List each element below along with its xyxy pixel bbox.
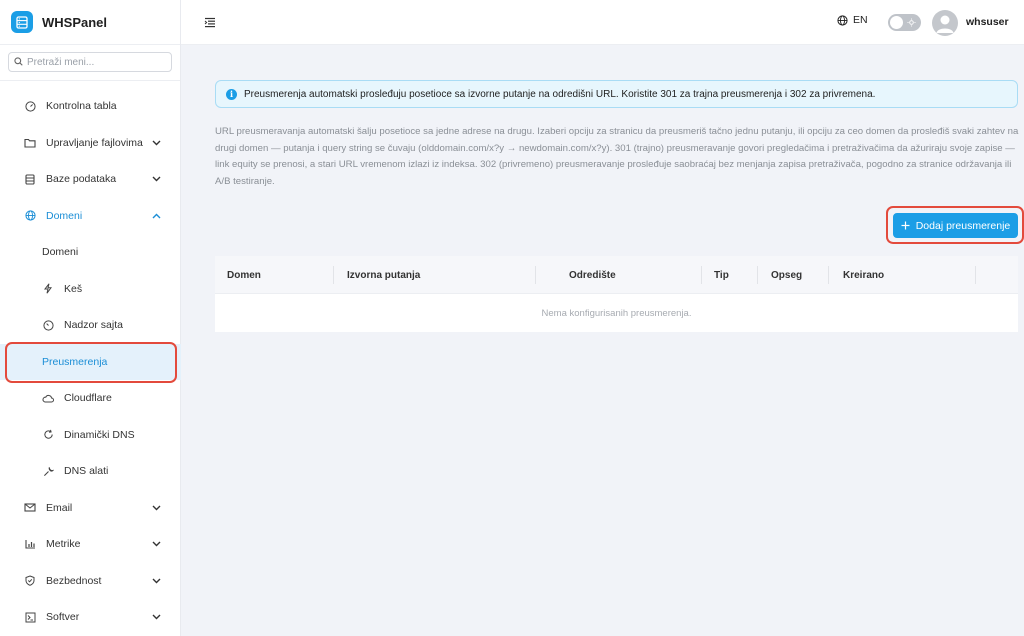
sidebar-subitem-site-monitor[interactable]: Nadzor sajta (0, 307, 181, 344)
mail-icon (24, 502, 36, 514)
chevron-down-icon (151, 539, 161, 549)
chevron-down-icon (151, 576, 161, 586)
avatar[interactable] (932, 10, 958, 36)
sidebar-item-file-manager[interactable]: Upravljanje fajlovima (0, 125, 181, 162)
add-redirect-button[interactable]: Dodaj preusmerenje (893, 213, 1018, 238)
sidebar-item-label: DNS alati (64, 465, 109, 478)
sun-icon (906, 17, 917, 28)
menu-collapse-icon[interactable] (204, 15, 218, 29)
redirects-table: Domen Izvorna putanja Odredište Tip Opse… (215, 256, 1018, 332)
page-description: URL preusmeravanja automatski šalju pose… (215, 126, 1019, 187)
refresh-icon (42, 429, 54, 441)
sidebar-item-label: Cloudflare (64, 392, 112, 405)
sidebar-item-label: Bezbednost (46, 574, 102, 587)
sidebar-item-software[interactable]: Softver (0, 599, 181, 636)
sidebar-item-label: Nadzor sajta (64, 319, 123, 332)
column-header-type[interactable]: Tip (714, 256, 729, 294)
sidebar-item-label: Kontrolna tabla (46, 100, 117, 113)
column-divider (975, 266, 976, 284)
sidebar-subitem-cloudflare[interactable]: Cloudflare (0, 380, 181, 417)
sidebar-item-label: Dinamički DNS (64, 428, 135, 441)
language-selector[interactable]: EN (837, 14, 868, 26)
dashboard-icon (24, 100, 36, 112)
column-divider (701, 266, 702, 284)
theme-toggle[interactable] (888, 14, 921, 31)
sidebar-item-email[interactable]: Email (0, 490, 181, 527)
chart-icon (24, 538, 36, 550)
gauge-icon (42, 319, 54, 331)
sidebar-subitem-redirects[interactable]: Preusmerenja (0, 343, 181, 380)
column-divider (757, 266, 758, 284)
shield-icon (24, 575, 36, 587)
column-divider (333, 266, 334, 284)
sidebar-item-domains[interactable]: Domeni (0, 198, 181, 235)
alert-text: Preusmerenja automatski prosleđuju poset… (244, 88, 876, 100)
sidebar-item-label: Baze podataka (46, 173, 117, 186)
column-divider (535, 266, 536, 284)
search-icon (14, 53, 23, 71)
column-header-destination[interactable]: Odredište (569, 256, 616, 294)
server-logo-icon (11, 11, 33, 33)
sidebar-item-label: Softver (46, 611, 80, 624)
sidebar-item-label: Domeni (46, 209, 83, 222)
add-redirect-label: Dodaj preusmerenje (915, 219, 1011, 232)
top-header: EN whsuser (181, 0, 1024, 45)
globe-icon (837, 14, 848, 26)
sidebar-subitem-dynamic-dns[interactable]: Dinamički DNS (0, 417, 181, 454)
info-icon: i (226, 88, 237, 100)
sidebar: WHSPanel Kontrolna tabla Upravljanje faj… (0, 0, 181, 636)
table-header: Domen Izvorna putanja Odredište Tip Opse… (215, 256, 1018, 294)
sidebar-subitem-domains[interactable]: Domeni (0, 234, 181, 271)
menu-search-box[interactable] (8, 52, 172, 72)
terminal-icon (24, 611, 36, 623)
chevron-down-icon (151, 174, 161, 184)
sidebar-subitem-cache[interactable]: Keš (0, 271, 181, 308)
column-header-domain[interactable]: Domen (227, 256, 261, 294)
lightning-icon (42, 283, 54, 295)
sidebar-nav: Kontrolna tabla Upravljanje fajlovima Ba… (0, 88, 181, 636)
globe-icon (24, 210, 36, 222)
sidebar-item-label: Preusmerenja (42, 355, 108, 368)
chevron-down-icon (151, 612, 161, 622)
info-alert: i Preusmerenja automatski prosleđuju pos… (215, 80, 1018, 108)
column-header-created[interactable]: Kreirano (843, 256, 884, 294)
sidebar-item-databases[interactable]: Baze podataka (0, 161, 181, 198)
menu-search (0, 45, 180, 81)
language-label: EN (853, 14, 868, 26)
sidebar-item-label: Metrike (46, 538, 81, 551)
app-name: WHSPanel (42, 14, 108, 30)
username[interactable]: whsuser (966, 16, 1009, 28)
brand[interactable]: WHSPanel (0, 0, 180, 45)
sidebar-subitem-dns-tools[interactable]: DNS alati (0, 453, 181, 490)
sidebar-item-label: Email (46, 501, 73, 514)
column-header-scope[interactable]: Opseg (771, 256, 802, 294)
sidebar-item-metrics[interactable]: Metrike (0, 526, 181, 563)
user-icon (936, 15, 954, 33)
column-header-source-path[interactable]: Izvorna putanja (347, 256, 420, 294)
menu-search-input[interactable] (27, 56, 167, 68)
table-empty-state: Nema konfigurisanih preusmerenja. (541, 307, 692, 319)
sidebar-item-dashboard[interactable]: Kontrolna tabla (0, 88, 181, 125)
database-icon (24, 173, 36, 185)
sidebar-item-label: Keš (64, 282, 83, 295)
folder-icon (24, 137, 36, 149)
chevron-down-icon (151, 503, 161, 513)
cloud-icon (42, 392, 54, 404)
sidebar-item-label: Domeni (42, 246, 79, 259)
chevron-down-icon (151, 138, 161, 148)
wrench-icon (42, 465, 54, 477)
plus-icon (901, 221, 910, 230)
sidebar-item-label: Upravljanje fajlovima (46, 136, 143, 149)
column-divider (828, 266, 829, 284)
chevron-up-icon (151, 211, 161, 221)
sidebar-item-security[interactable]: Bezbednost (0, 563, 181, 600)
toggle-knob (890, 16, 903, 29)
